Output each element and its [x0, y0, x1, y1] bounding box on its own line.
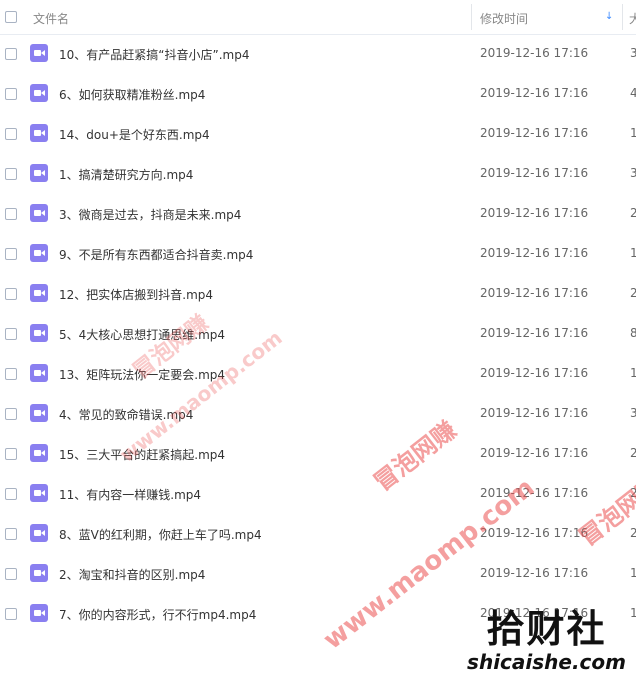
file-name[interactable]: 14、dou+是个好东西.mp4: [59, 126, 210, 143]
video-file-icon: [30, 244, 48, 262]
file-name[interactable]: 6、如何获取精准粉丝.mp4: [59, 86, 205, 103]
file-modified-time: 2019-12-16 17:16: [480, 166, 589, 180]
file-row[interactable]: 14、dou+是个好东西.mp4 2019-12-16 17:16 1: [0, 114, 636, 154]
file-row[interactable]: 3、微商是过去，抖商是未来.mp4 2019-12-16 17:16 2: [0, 194, 636, 234]
file-size: 2: [630, 446, 636, 460]
file-row[interactable]: 6、如何获取精准粉丝.mp4 2019-12-16 17:16 4: [0, 74, 636, 114]
file-size: 1: [630, 366, 636, 380]
file-modified-time: 2019-12-16 17:16: [480, 486, 589, 500]
file-list-header: 文件名 修改时间 ↓ 大: [0, 0, 636, 35]
file-name[interactable]: 7、你的内容形式，行不行mp4.mp4: [59, 606, 256, 623]
file-row[interactable]: 4、常见的致命错误.mp4 2019-12-16 17:16 3: [0, 394, 636, 434]
column-header-modified-time[interactable]: 修改时间: [480, 10, 528, 27]
row-checkbox[interactable]: [5, 608, 17, 620]
video-file-icon: [30, 204, 48, 222]
video-file-icon: [30, 364, 48, 382]
row-checkbox[interactable]: [5, 128, 17, 140]
file-modified-time: 2019-12-16 17:16: [480, 246, 589, 260]
file-size: 3: [630, 166, 636, 180]
row-checkbox[interactable]: [5, 48, 17, 60]
file-row[interactable]: 10、有产品赶紧搞“抖音小店”.mp4 2019-12-16 17:16 3: [0, 34, 636, 74]
row-checkbox[interactable]: [5, 88, 17, 100]
file-row[interactable]: 8、蓝V的红利期，你赶上车了吗.mp4 2019-12-16 17:16 2: [0, 514, 636, 554]
row-checkbox[interactable]: [5, 448, 17, 460]
video-file-icon: [30, 564, 48, 582]
file-row[interactable]: 13、矩阵玩法你一定要会.mp4 2019-12-16 17:16 1: [0, 354, 636, 394]
shicaishe-logo: 拾财社 shicaishe.com: [467, 606, 626, 674]
file-name[interactable]: 10、有产品赶紧搞“抖音小店”.mp4: [59, 46, 249, 63]
file-row[interactable]: 2、淘宝和抖音的区别.mp4 2019-12-16 17:16 1: [0, 554, 636, 594]
file-modified-time: 2019-12-16 17:16: [480, 406, 589, 420]
file-size: 2: [630, 486, 636, 500]
file-size: 4: [630, 86, 636, 100]
row-checkbox[interactable]: [5, 208, 17, 220]
row-checkbox[interactable]: [5, 528, 17, 540]
file-modified-time: 2019-12-16 17:16: [480, 86, 589, 100]
file-name[interactable]: 1、搞清楚研究方向.mp4: [59, 166, 193, 183]
row-checkbox[interactable]: [5, 408, 17, 420]
row-checkbox[interactable]: [5, 568, 17, 580]
file-name[interactable]: 2、淘宝和抖音的区别.mp4: [59, 566, 205, 583]
file-modified-time: 2019-12-16 17:16: [480, 46, 589, 60]
file-size: 1: [630, 246, 636, 260]
file-name[interactable]: 5、4大核心思想打通思维.mp4: [59, 326, 225, 343]
row-checkbox[interactable]: [5, 488, 17, 500]
file-row[interactable]: 1、搞清楚研究方向.mp4 2019-12-16 17:16 3: [0, 154, 636, 194]
file-row[interactable]: 5、4大核心思想打通思维.mp4 2019-12-16 17:16 8: [0, 314, 636, 354]
select-all-checkbox[interactable]: [5, 11, 17, 23]
file-size: 2: [630, 286, 636, 300]
file-size: 3: [630, 406, 636, 420]
file-modified-time: 2019-12-16 17:16: [480, 366, 589, 380]
video-file-icon: [30, 524, 48, 542]
file-row[interactable]: 9、不是所有东西都适合抖音卖.mp4 2019-12-16 17:16 1: [0, 234, 636, 274]
file-size: 2: [630, 206, 636, 220]
video-file-icon: [30, 284, 48, 302]
file-size: 1: [630, 606, 636, 620]
file-modified-time: 2019-12-16 17:16: [480, 126, 589, 140]
video-file-icon: [30, 44, 48, 62]
file-row[interactable]: 11、有内容一样赚钱.mp4 2019-12-16 17:16 2: [0, 474, 636, 514]
file-row[interactable]: 15、三大平台的赶紧搞起.mp4 2019-12-16 17:16 2: [0, 434, 636, 474]
file-name[interactable]: 11、有内容一样赚钱.mp4: [59, 486, 201, 503]
file-name[interactable]: 8、蓝V的红利期，你赶上车了吗.mp4: [59, 526, 262, 543]
video-file-icon: [30, 164, 48, 182]
column-divider[interactable]: [471, 4, 472, 30]
row-checkbox[interactable]: [5, 288, 17, 300]
file-modified-time: 2019-12-16 17:16: [480, 206, 589, 220]
file-name[interactable]: 9、不是所有东西都适合抖音卖.mp4: [59, 246, 253, 263]
file-size: 3: [630, 46, 636, 60]
file-size: 8: [630, 326, 636, 340]
row-checkbox[interactable]: [5, 168, 17, 180]
video-file-icon: [30, 444, 48, 462]
row-checkbox[interactable]: [5, 248, 17, 260]
row-checkbox[interactable]: [5, 328, 17, 340]
logo-text: 拾财社: [486, 606, 607, 651]
video-file-icon: [30, 404, 48, 422]
file-name[interactable]: 3、微商是过去，抖商是未来.mp4: [59, 206, 241, 223]
file-row[interactable]: 12、把实体店搬到抖音.mp4 2019-12-16 17:16 2: [0, 274, 636, 314]
file-modified-time: 2019-12-16 17:16: [480, 566, 589, 580]
row-checkbox[interactable]: [5, 368, 17, 380]
file-size: 1: [630, 566, 636, 580]
video-file-icon: [30, 124, 48, 142]
video-file-icon: [30, 324, 48, 342]
file-modified-time: 2019-12-16 17:16: [480, 286, 589, 300]
file-name[interactable]: 15、三大平台的赶紧搞起.mp4: [59, 446, 225, 463]
file-size: 1: [630, 126, 636, 140]
file-modified-time: 2019-12-16 17:16: [480, 326, 589, 340]
file-name[interactable]: 4、常见的致命错误.mp4: [59, 406, 193, 423]
file-size: 2: [630, 526, 636, 540]
column-header-filename[interactable]: 文件名: [33, 10, 69, 27]
sort-down-arrow-icon[interactable]: ↓: [605, 11, 613, 23]
file-modified-time: 2019-12-16 17:16: [480, 526, 589, 540]
column-divider[interactable]: [622, 4, 623, 30]
logo-url: shicaishe.com: [467, 650, 626, 674]
video-file-icon: [30, 484, 48, 502]
video-file-icon: [30, 84, 48, 102]
column-header-size[interactable]: 大: [629, 10, 636, 27]
file-name[interactable]: 12、把实体店搬到抖音.mp4: [59, 286, 213, 303]
file-name[interactable]: 13、矩阵玩法你一定要会.mp4: [59, 366, 225, 383]
video-file-icon: [30, 604, 48, 622]
file-modified-time: 2019-12-16 17:16: [480, 446, 589, 460]
